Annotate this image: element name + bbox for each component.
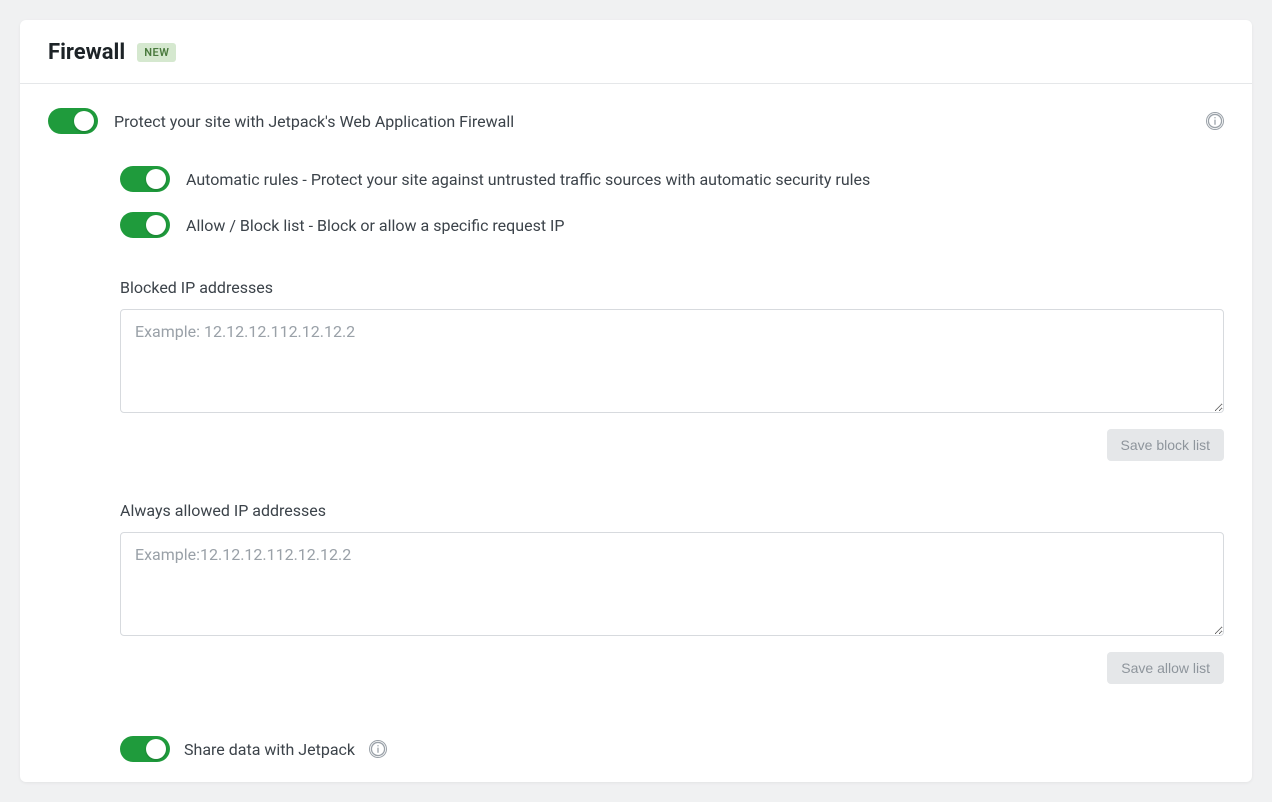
allowed-heading: Always allowed IP addresses [120,501,1224,520]
allow-block-toggle[interactable] [120,212,170,238]
toggle-knob [146,739,166,759]
blocked-btn-row: Save block list [120,429,1224,461]
firewall-card: Firewall NEW Protect your site with Jetp… [20,20,1252,782]
share-data-toggle[interactable] [120,736,170,762]
toggle-knob [146,215,166,235]
allowed-ip-input[interactable] [120,532,1224,636]
main-toggle-row: Protect your site with Jetpack's Web App… [48,108,1224,134]
blocked-heading: Blocked IP addresses [120,278,1224,297]
save-allow-list-button[interactable]: Save allow list [1107,652,1224,684]
toggle-knob [146,169,166,189]
waf-toggle-label: Protect your site with Jetpack's Web App… [114,112,1190,131]
blocked-ip-input[interactable] [120,309,1224,413]
info-icon[interactable] [1206,112,1224,130]
waf-toggle[interactable] [48,108,98,134]
card-header: Firewall NEW [20,20,1252,84]
auto-rules-row: Automatic rules - Protect your site agai… [120,166,1224,192]
toggle-knob [74,111,94,131]
auto-rules-toggle[interactable] [120,166,170,192]
save-block-list-button[interactable]: Save block list [1107,429,1224,461]
share-data-row: Share data with Jetpack [120,736,1224,762]
info-icon[interactable] [369,740,387,758]
auto-rules-label: Automatic rules - Protect your site agai… [186,170,870,189]
share-data-label: Share data with Jetpack [184,740,355,759]
allowed-btn-row: Save allow list [120,652,1224,684]
sub-settings: Automatic rules - Protect your site agai… [120,166,1224,762]
allow-block-label: Allow / Block list - Block or allow a sp… [186,216,564,235]
allow-block-row: Allow / Block list - Block or allow a sp… [120,212,1224,238]
new-badge: NEW [137,43,176,62]
page-title: Firewall [48,40,125,65]
card-body: Protect your site with Jetpack's Web App… [20,84,1252,782]
